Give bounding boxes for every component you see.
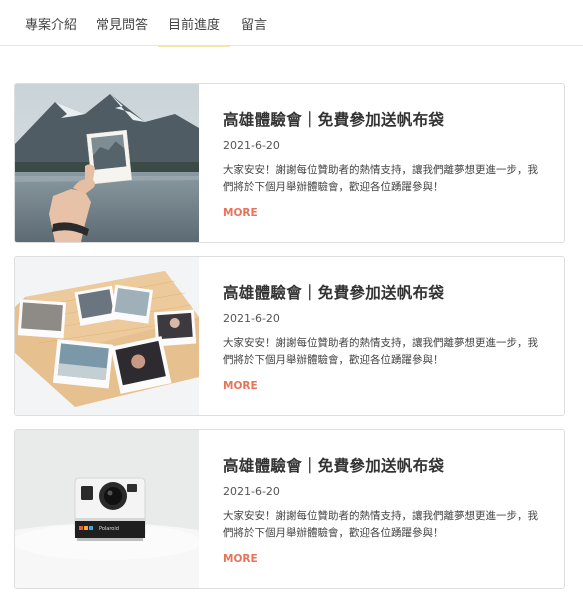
- tab-project-intro[interactable]: 專案介紹: [15, 0, 87, 46]
- more-link[interactable]: MORE: [223, 207, 258, 219]
- post-title[interactable]: 高雄體驗會｜免費參加送帆布袋: [223, 108, 546, 130]
- post-date: 2021-6-20: [223, 312, 280, 325]
- more-link[interactable]: MORE: [223, 380, 258, 392]
- more-link[interactable]: MORE: [223, 553, 258, 565]
- post-card: 高雄體驗會｜免費參加送帆布袋 2021-6-20 大家安安！謝謝每位贊助者的熱情…: [14, 256, 565, 416]
- post-description: 大家安安！謝謝每位贊助者的熱情支持，讓我們離夢想更進一步，我們將於下個月舉辦體驗…: [223, 510, 538, 539]
- post-card: Polaroid 高雄體驗會｜免費參加送帆布袋 2021-6-20 大家安安！謝…: [14, 429, 565, 589]
- post-image-instant-camera: Polaroid: [15, 430, 199, 588]
- tab-faq[interactable]: 常見問答: [86, 0, 158, 46]
- tab-current-progress[interactable]: 目前進度: [158, 0, 230, 47]
- post-description: 大家安安！謝謝每位贊助者的熱情支持，讓我們離夢想更進一步，我們將於下個月舉辦體驗…: [223, 337, 538, 366]
- post-card: 高雄體驗會｜免費參加送帆布袋 2021-6-20 大家安安！謝謝每位贊助者的熱情…: [14, 83, 565, 243]
- post-title[interactable]: 高雄體驗會｜免費參加送帆布袋: [223, 281, 546, 303]
- post-date: 2021-6-20: [223, 139, 280, 152]
- camera-brand-lettering: Polaroid: [99, 526, 119, 532]
- post-image-scattered-photos: [15, 257, 199, 415]
- post-description: 大家安安！謝謝每位贊助者的熱情支持，讓我們離夢想更進一步，我們將於下個月舉辦體驗…: [223, 164, 538, 193]
- post-image-hand-polaroid: [15, 84, 199, 242]
- post-title[interactable]: 高雄體驗會｜免費參加送帆布袋: [223, 454, 546, 476]
- tab-comments[interactable]: 留言: [230, 0, 278, 46]
- tab-bar: 專案介紹 常見問答 目前進度 留言: [0, 0, 583, 47]
- post-date: 2021-6-20: [223, 485, 280, 498]
